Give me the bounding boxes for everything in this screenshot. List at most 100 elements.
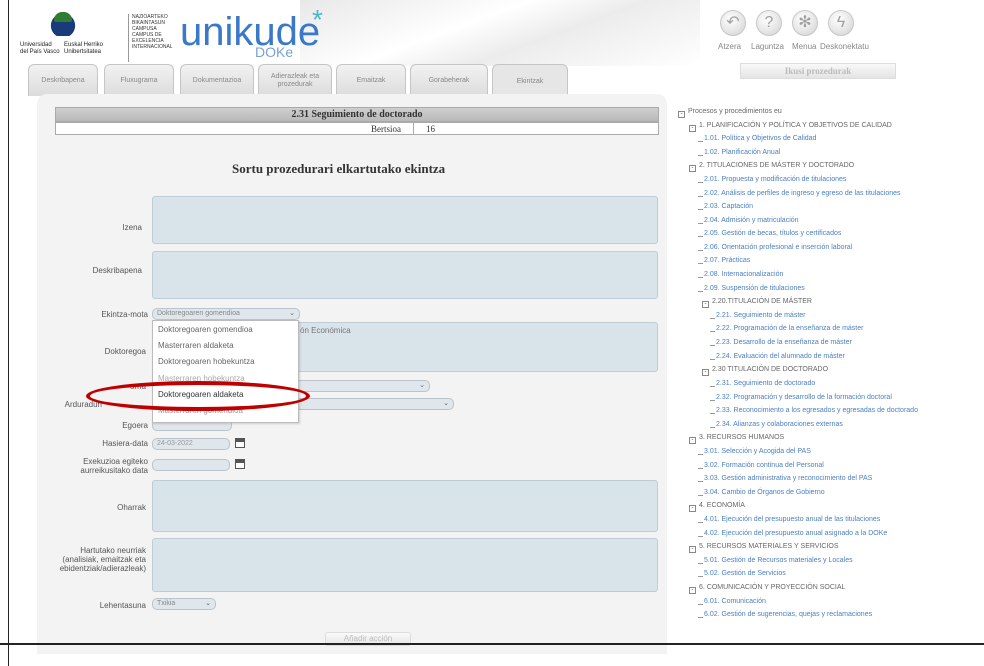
label-egoera: Egoera	[122, 421, 148, 430]
procedures-tree: - Procesos y procedimientos eu -1. PLANI…	[677, 108, 984, 648]
label-izena: Izena	[122, 223, 142, 232]
tree-item[interactable]: 2.02. Análisis de perfiles de ingreso y …	[704, 190, 901, 197]
tab-adierazleak[interactable]: Adierazleak eta prozedurak	[258, 64, 332, 96]
toolbar-label-disconnect[interactable]: Deskonektatu	[820, 42, 869, 51]
tree-collapse-icon[interactable]: -	[689, 546, 696, 553]
tree-item[interactable]: 3.02. Formación continua del Personal	[704, 462, 824, 469]
tree-item[interactable]: 5.02. Gestión de Servicios	[704, 570, 786, 577]
tree-connector	[698, 250, 703, 251]
tree-collapse-icon[interactable]: -	[689, 437, 696, 444]
tab-gorabeherak[interactable]: Gorabeherak	[410, 64, 488, 96]
label-deskribapena: Deskribapena	[92, 266, 142, 275]
help-icon[interactable]: ?	[756, 10, 782, 36]
deskribapena-textarea[interactable]	[152, 251, 658, 299]
tree-section[interactable]: 1. PLANIFICACIÓN Y POLÍTICA Y OBJETIVOS …	[699, 122, 892, 129]
tree-item[interactable]: 2.08. Internacionalización	[704, 271, 783, 278]
tree-item[interactable]: 3.01. Selección y Acogida del PAS	[704, 448, 811, 455]
izena-textarea[interactable]	[152, 196, 658, 244]
tab-dokumentazioa[interactable]: Dokumentazioa	[180, 64, 254, 96]
tree-connector	[710, 345, 715, 346]
tree-collapse-icon[interactable]: -	[702, 369, 709, 376]
tree-section[interactable]: 2.30 TITULACIÓN DE DOCTORADO	[712, 366, 828, 373]
tree-item[interactable]: 2.01. Propuesta y modificación de titula…	[704, 176, 846, 183]
dropdown-option[interactable]: Masterraren aldaketa	[158, 341, 234, 350]
bottom-rule	[0, 643, 984, 645]
tree-connector	[698, 155, 703, 156]
tree-connector	[698, 223, 703, 224]
tree-collapse-icon[interactable]: -	[689, 165, 696, 172]
ekintza-mota-select[interactable]: Doktoregoaren gomendioa ⌄	[152, 308, 300, 320]
tree-item[interactable]: 2.32. Programación y desarrollo de la fo…	[716, 394, 892, 401]
menu-snowflake-icon[interactable]: ✻	[792, 10, 818, 36]
tree-item[interactable]: 1.02. Planificación Anual	[704, 149, 780, 156]
tree-connector	[698, 468, 703, 469]
tree-section[interactable]: 4. ECONOMÍA	[699, 502, 745, 509]
tab-emaitzak[interactable]: Emaitzak	[336, 64, 406, 96]
tree-section[interactable]: 6. COMUNICACIÓN Y PROYECCIÓN SOCIAL	[699, 584, 845, 591]
dropdown-option[interactable]: Doktoregoaren gomendioa	[158, 325, 253, 334]
tree-connector	[698, 196, 703, 197]
calendar-icon[interactable]	[235, 459, 245, 469]
toolbar-label-help[interactable]: Laguntza	[751, 42, 784, 51]
tree-item[interactable]: 6.02. Gestión de sugerencias, quejas y r…	[704, 611, 872, 618]
tree-root[interactable]: Procesos y procedimientos eu	[688, 108, 782, 115]
tree-connector	[710, 359, 715, 360]
upv-text-eu: Euskal Herriko Unibertsitatea	[64, 42, 104, 55]
tree-item[interactable]: 4.01. Ejecución del presupuesto anual de…	[704, 516, 880, 523]
oharrak-textarea[interactable]	[152, 480, 658, 532]
tree-item[interactable]: 2.09. Suspensión de titulaciones	[704, 285, 805, 292]
tree-section[interactable]: 3. RECURSOS HUMANOS	[699, 434, 784, 441]
tree-collapse-icon[interactable]: -	[702, 301, 709, 308]
tree-item[interactable]: 3.04. Cambio de Órganos de Gobierno	[704, 489, 825, 496]
tree-collapse-icon[interactable]: -	[689, 587, 696, 594]
tree-item[interactable]: 2.05. Gestión de becas, títulos y certif…	[704, 230, 841, 237]
tree-connector	[698, 495, 703, 496]
tree-item[interactable]: 2.24. Evaluación del alumnado de máster	[716, 353, 845, 360]
form-title: Sortu prozedurari elkartutako ekintza	[232, 161, 446, 176]
tree-item[interactable]: 2.34. Alianzas y colaboraciones externas	[716, 421, 843, 428]
tab-fluxugrama[interactable]: Fluxugrama	[104, 64, 174, 96]
tab-deskribapena[interactable]: Deskribapena	[28, 64, 98, 96]
tree-item[interactable]: 3.03. Gestión administrativa y reconocim…	[704, 475, 872, 482]
tree-item[interactable]: 2.23. Desarrollo de la enseñanza de mást…	[716, 339, 852, 346]
tree-section[interactable]: 5. RECURSOS MATERIALES Y SERVICIOS	[699, 543, 839, 550]
tree-connector	[710, 413, 715, 414]
tree-section[interactable]: 2. TITULACIONES DE MÁSTER Y DOCTORADO	[699, 162, 854, 169]
tree-item[interactable]: 2.03. Captación	[704, 203, 753, 210]
calendar-icon[interactable]	[235, 438, 245, 448]
exekuzioa-data-input[interactable]	[152, 459, 230, 471]
tree-connector	[698, 522, 703, 523]
tree-connector	[698, 604, 703, 605]
version-value: 16	[426, 124, 435, 134]
tree-connector	[710, 318, 715, 319]
hasiera-data-input[interactable]: 24-03-2022	[152, 438, 230, 450]
tree-item[interactable]: 2.33. Reconocimiento a los egresados y e…	[716, 407, 918, 414]
tree-collapse-icon[interactable]: -	[678, 111, 685, 118]
toolbar-label-back[interactable]: Atzera	[718, 42, 741, 51]
dropdown-option[interactable]: Doktoregoaren hobekuntza	[158, 357, 255, 366]
upv-emblem-icon	[48, 10, 78, 36]
tree-item[interactable]: 2.06. Orientación profesional e inserció…	[704, 244, 852, 251]
lehentasuna-select[interactable]: Txikia ⌄	[152, 598, 216, 610]
tree-item[interactable]: 4.02. Ejecución del presupuesto anual as…	[704, 530, 887, 537]
tab-ekintzak[interactable]: Ekintzak	[492, 64, 568, 98]
tree-item[interactable]: 2.04. Admisión y matriculación	[704, 217, 799, 224]
tree-connector	[698, 454, 703, 455]
back-arrow-icon[interactable]: ↶	[720, 10, 746, 36]
label-lehentasuna: Lehentasuna	[99, 601, 146, 610]
header-banner	[300, 0, 700, 66]
tree-item[interactable]: 2.21. Seguimiento de máster	[716, 312, 806, 319]
view-procedures-button[interactable]: Ikusi prozedurak	[740, 63, 896, 79]
tree-collapse-icon[interactable]: -	[689, 505, 696, 512]
hartutako-neurriak-textarea[interactable]	[152, 538, 658, 592]
tree-item[interactable]: 2.22. Programación de la enseñanza de má…	[716, 325, 863, 332]
tree-collapse-icon[interactable]: -	[689, 125, 696, 132]
tree-section[interactable]: 2.20.TITULACIÓN DE MÁSTER	[712, 298, 812, 305]
toolbar-label-menu[interactable]: Menua	[792, 42, 816, 51]
tree-item[interactable]: 2.31. Seguimiento de doctorado	[716, 380, 815, 387]
tree-item[interactable]: 2.07. Prácticas	[704, 257, 750, 264]
tree-item[interactable]: 5.01. Gestión de Recursos materiales y L…	[704, 557, 853, 564]
disconnect-bolt-icon[interactable]: ϟ	[828, 10, 854, 36]
tree-item[interactable]: 6.01. Comunicación	[704, 598, 766, 605]
tree-item[interactable]: 1.01. Política y Objetivos de Calidad	[704, 135, 816, 142]
